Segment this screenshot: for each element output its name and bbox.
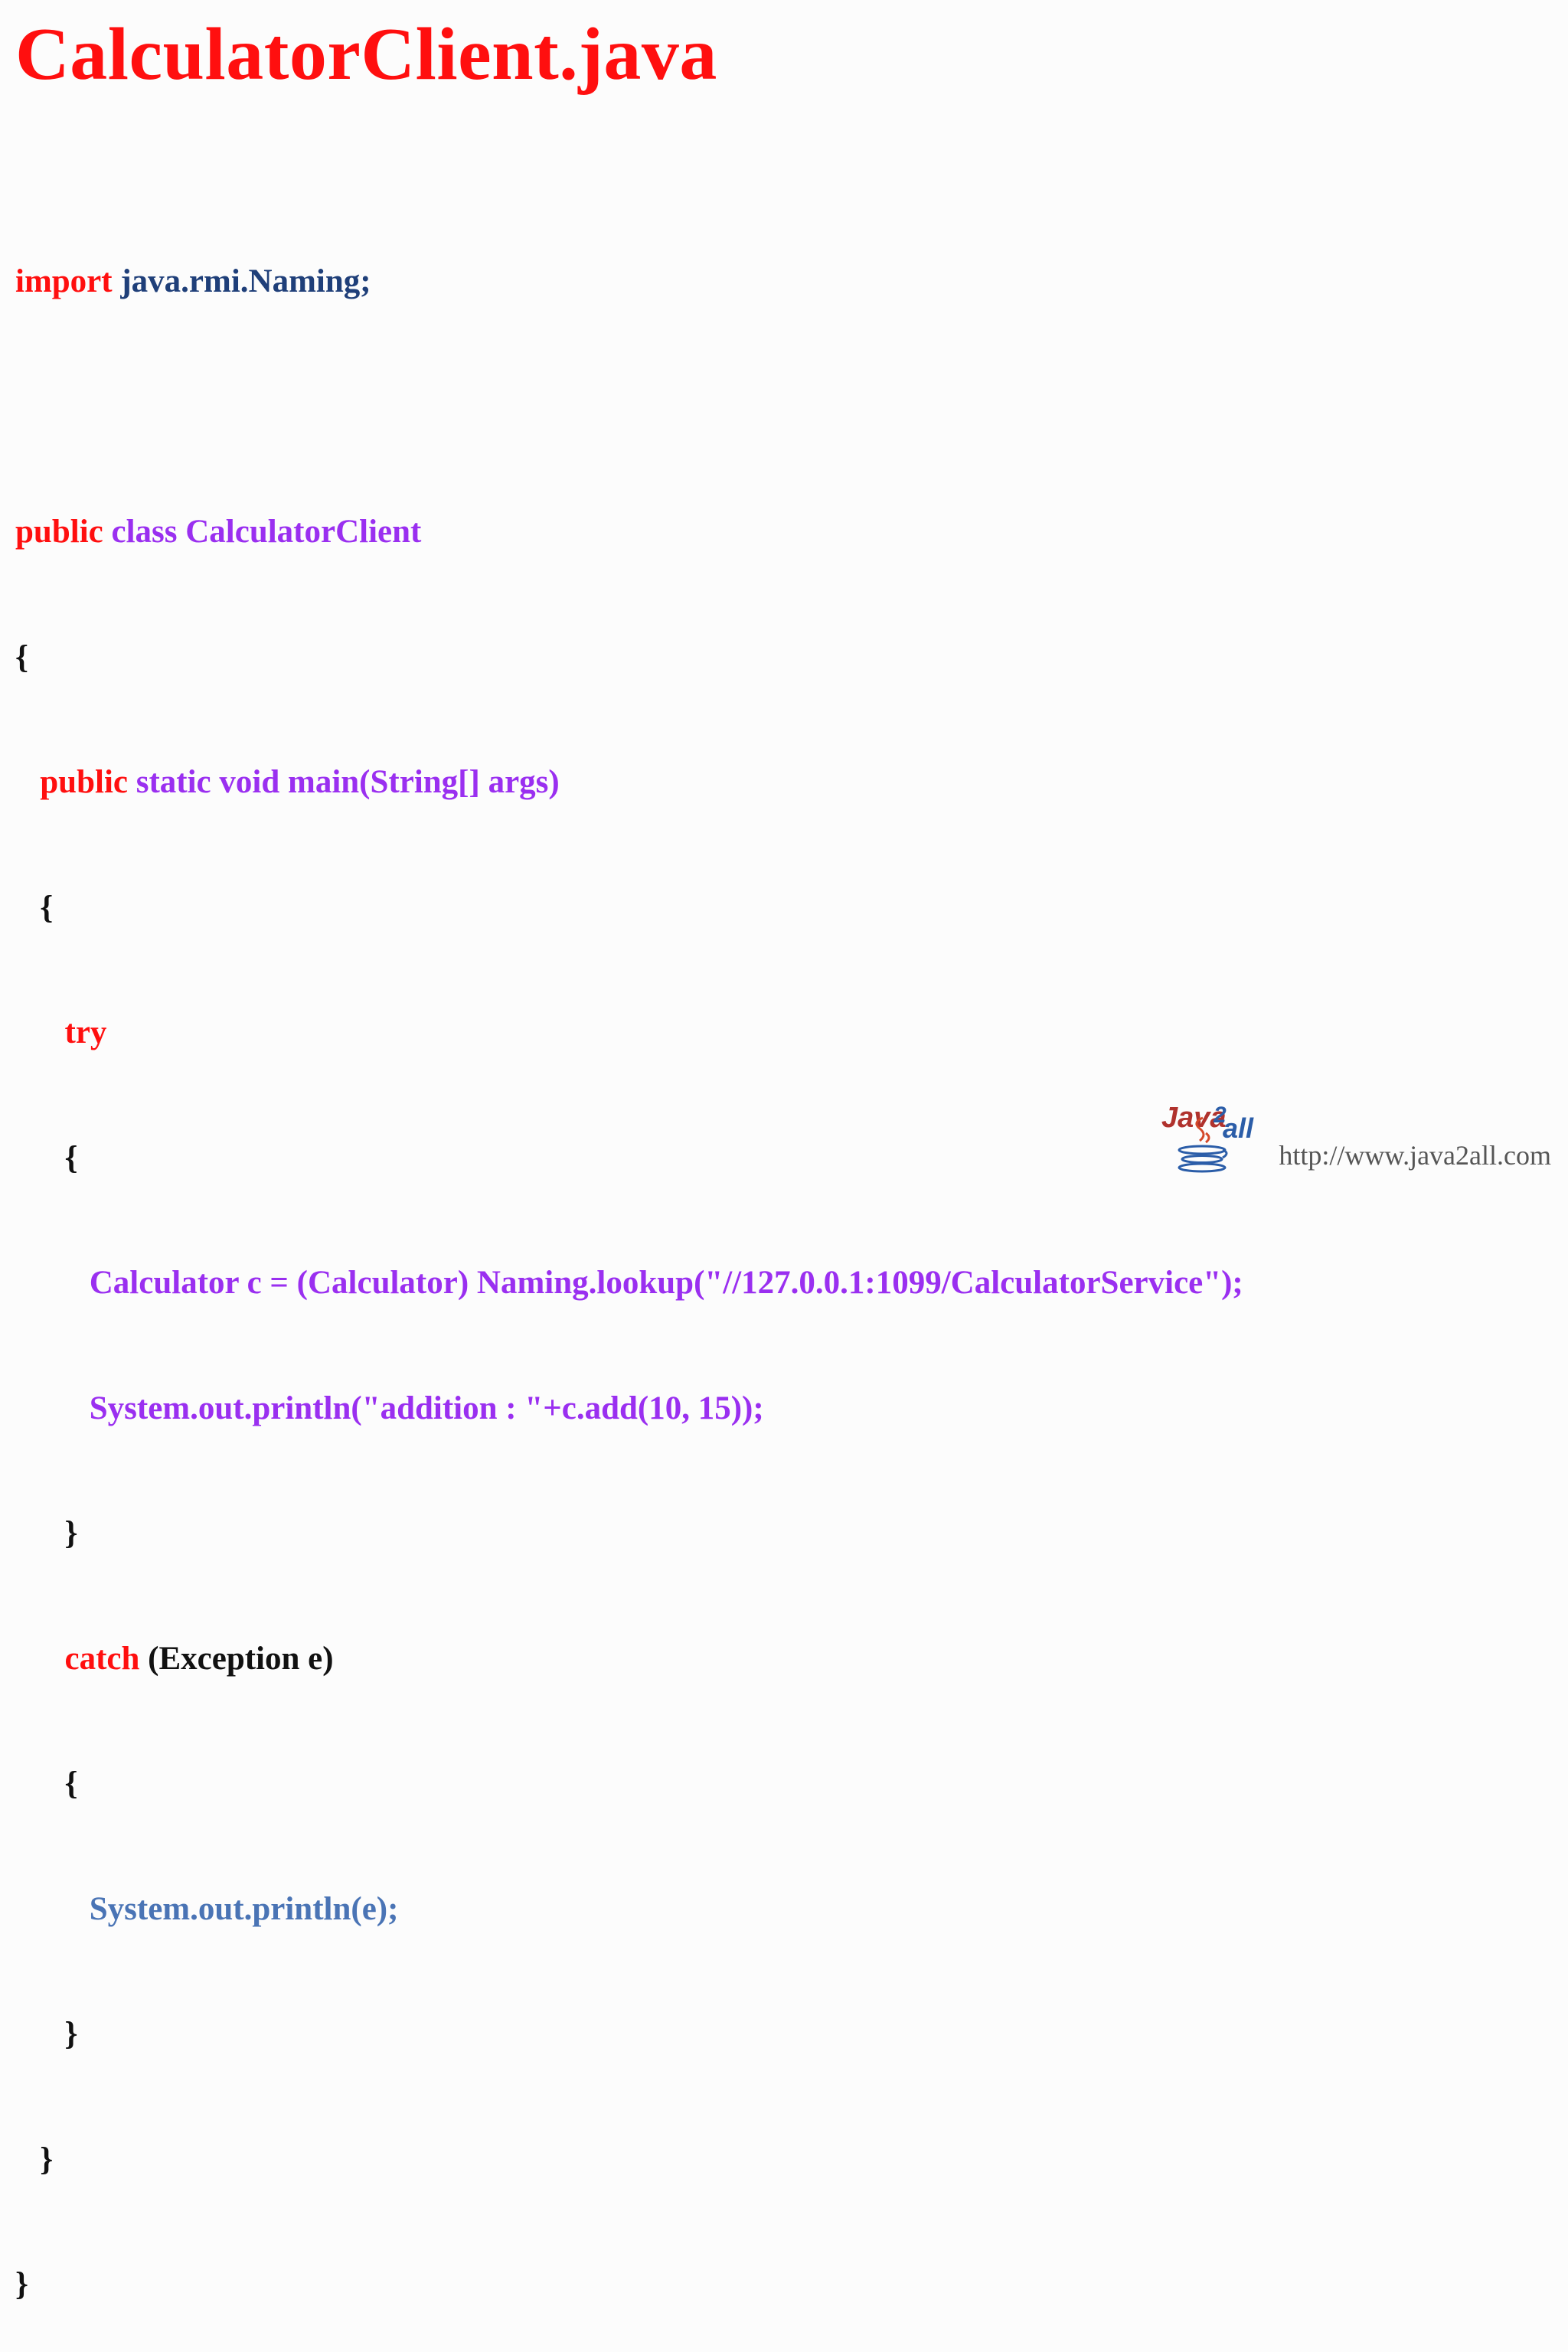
lookup-statement: Calculator c = (Calculator) Naming.looku…	[89, 1265, 1243, 1301]
import-package: java.rmi.Naming;	[120, 263, 371, 299]
close-brace: }	[64, 2016, 78, 2052]
open-brace: {	[15, 639, 28, 675]
close-brace: }	[15, 2266, 28, 2302]
slide: CalculatorClient.java import java.rmi.Na…	[0, 0, 1568, 2302]
open-brace: {	[64, 1766, 78, 1802]
code-line-try-close: }	[15, 1513, 1243, 1555]
catch-parameter: (Exception e)	[148, 1640, 334, 1677]
code-line-catch-open: {	[15, 1763, 1243, 1805]
code-line-try-open: {	[15, 1138, 1243, 1180]
close-brace: }	[64, 1515, 78, 1551]
code-line-print-e: System.out.println(e);	[15, 1889, 1243, 1931]
code-line-try: try	[15, 1012, 1243, 1054]
import-keyword: import	[15, 263, 113, 299]
code-line-print-add: System.out.println("addition : "+c.add(1…	[15, 1388, 1243, 1430]
catch-keyword: catch	[64, 1640, 140, 1677]
main-declaration: static void main(String[] args)	[136, 764, 560, 800]
code-line-lookup: Calculator c = (Calculator) Naming.looku…	[15, 1263, 1243, 1305]
code-line-import: import java.rmi.Naming;	[15, 261, 1243, 303]
print-exception-statement: System.out.println(e);	[89, 1890, 399, 1927]
close-brace: }	[40, 2141, 54, 2177]
try-keyword: try	[64, 1014, 107, 1050]
code-line-class-close: }	[15, 2264, 1243, 2306]
open-brace: {	[64, 1139, 78, 1176]
class-declaration: class CalculatorClient	[111, 514, 422, 550]
code-line-class: public class CalculatorClient	[15, 511, 1243, 554]
code-line-catch: catch (Exception e)	[15, 1638, 1243, 1681]
print-addition-statement: System.out.println("addition : "+c.add(1…	[89, 1390, 764, 1426]
code-line-main-open: {	[15, 887, 1243, 929]
svg-text:all: all	[1223, 1112, 1254, 1144]
code-line-main-close: }	[15, 2139, 1243, 2181]
code-block: import java.rmi.Naming; public class Cal…	[15, 178, 1243, 2352]
website-url: http://www.java2all.com	[1279, 1140, 1551, 1171]
code-line-catch-close: }	[15, 2014, 1243, 2056]
code-line-class-open: {	[15, 637, 1243, 679]
code-line-main: public static void main(String[] args)	[15, 762, 1243, 804]
main-public-keyword: public	[40, 764, 128, 800]
class-public-keyword: public	[15, 514, 103, 550]
open-brace: {	[40, 889, 54, 926]
java2all-logo: Java 2 all	[1161, 1102, 1254, 1173]
slide-title: CalculatorClient.java	[15, 13, 717, 96]
